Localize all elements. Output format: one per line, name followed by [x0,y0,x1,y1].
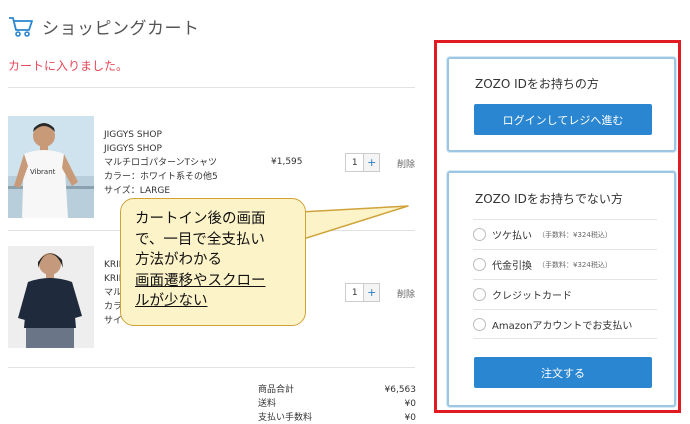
payment-option-cod[interactable]: 代金引換 （手数料：¥324税込） [473,249,657,279]
callout-box: カートイン後の画面 で、一目で全支払い 方法がわかる 画面遷移やスクロー ルが少… [120,198,306,326]
delete-link[interactable]: 削除 [397,287,415,300]
quantity-stepper[interactable]: 1 + [345,283,380,302]
svg-text:Vibrant: Vibrant [30,168,56,176]
order-button[interactable]: 注文する [474,357,652,388]
option-label: クレジットカード [492,291,572,302]
callout-line: ルが少ない [135,293,208,309]
login-card: ZOZO IDをお持ちの方 ログインしてレジへ進む [447,57,676,152]
quantity-value[interactable]: 1 [346,284,363,301]
guest-card: ZOZO IDをお持ちでない方 ツケ払い （手数料：¥324税込） 代金引換 （… [447,171,676,407]
summary-label: 商品合計 [258,385,295,395]
summary-row: 商品合計 ¥6,563 [258,383,416,397]
cart-added-notice: カートに入りました。 [8,59,129,73]
payment-options: ツケ払い （手数料：¥324税込） 代金引換 （手数料：¥324税込） クレジッ… [473,219,657,339]
card-title: ZOZO IDをお持ちの方 [475,77,599,91]
plus-button[interactable]: + [363,284,379,301]
option-label: 代金引換 [492,261,532,272]
payment-option-tsuke[interactable]: ツケ払い （手数料：¥324税込） [473,219,657,249]
option-fee: （手数料：¥324税込） [538,230,612,239]
callout-line: で、一目で全支払い [135,231,265,248]
cart-icon [8,16,34,38]
summary-value: ¥0 [404,399,416,409]
quantity-stepper[interactable]: 1 + [345,153,380,172]
payment-option-credit[interactable]: クレジットカード [473,279,657,309]
delete-link[interactable]: 削除 [397,157,415,170]
divider [8,87,415,88]
summary-row: 送料 ¥0 [258,397,416,411]
option-fee: （手数料：¥324税込） [538,260,612,269]
radio-icon[interactable] [473,258,486,271]
summary-value: ¥0 [404,413,416,423]
card-title: ZOZO IDをお持ちでない方 [475,192,623,206]
payment-option-amazon[interactable]: Amazonアカウントでお支払い [473,309,657,339]
option-label: Amazonアカウントでお支払い [492,320,633,332]
summary-row: 支払い手数料 ¥0 [258,411,416,424]
radio-icon[interactable] [473,288,486,301]
summary-value: ¥6,563 [384,385,417,395]
color: カラー：ホワイト系その他5 [104,172,218,182]
product-photo[interactable] [8,246,94,348]
radio-icon[interactable] [473,317,486,331]
shop: JIGGYS SHOP [104,144,162,154]
callout-line: 画面遷移やスクロー [135,272,266,289]
option-label: ツケ払い [492,231,532,242]
divider [8,367,415,368]
radio-icon[interactable] [473,228,486,241]
callout-pointer [300,205,409,241]
page-title: ショッピングカート [42,19,200,39]
product-photo[interactable]: Vibrant [8,116,94,218]
page-header: ショッピングカート [8,14,200,39]
brand[interactable]: JIGGYS SHOP [104,128,218,142]
item-price: ¥1,595 [271,157,303,167]
summary-label: 支払い手数料 [258,413,313,423]
product-name[interactable]: マルチロゴパターンTシャツ [104,156,218,170]
size: サイズ：LARGE [104,186,171,196]
callout-line: カートイン後の画面 [135,211,266,227]
plus-button[interactable]: + [363,154,379,171]
order-summary: 商品合計 ¥6,563 送料 ¥0 支払い手数料 ¥0 [258,383,416,424]
quantity-value[interactable]: 1 [346,154,363,171]
summary-label: 送料 [258,399,277,409]
item-details: JIGGYS SHOP JIGGYS SHOP マルチロゴパターンTシャツ カラ… [104,128,218,198]
login-button[interactable]: ログインしてレジへ進む [474,104,652,135]
callout-line: 方法がわかる [135,252,222,268]
